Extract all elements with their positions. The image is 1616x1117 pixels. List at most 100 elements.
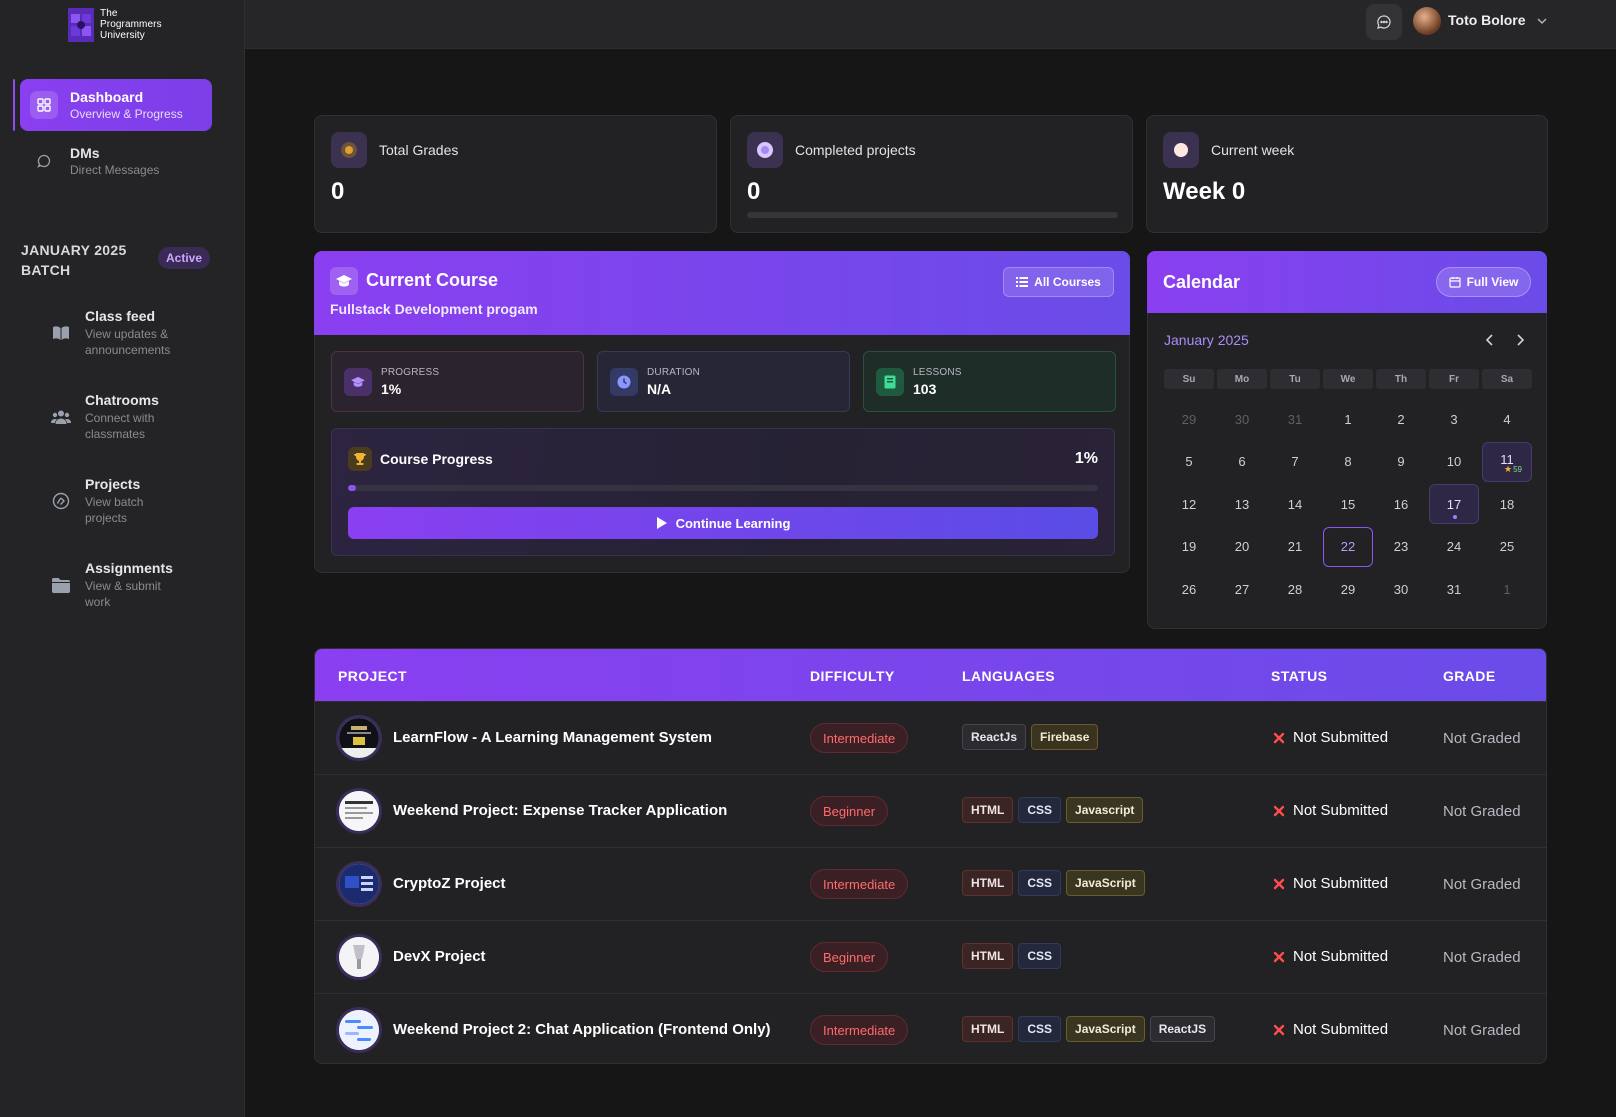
calendar-prev-button[interactable]	[1482, 332, 1498, 348]
calendar-day[interactable]: 2	[1376, 399, 1426, 439]
all-courses-label: All Courses	[1034, 275, 1101, 289]
calendar-day[interactable]: 30	[1376, 569, 1426, 609]
calendar-day[interactable]: 12	[1164, 484, 1214, 524]
calendar-day[interactable]: 13	[1217, 484, 1267, 524]
user-name[interactable]: Toto Bolore	[1448, 12, 1526, 28]
day-number: 17	[1446, 496, 1462, 512]
table-row[interactable]: DevX Project Beginner HTML CSS Not Submitted…	[315, 920, 1546, 993]
calendar-day[interactable]: 23	[1376, 527, 1426, 567]
nav-title: DMs	[70, 145, 100, 161]
project-name[interactable]: Weekend Project 2: Chat Application (Fro…	[393, 1021, 771, 1038]
calendar-day[interactable]: 5	[1164, 442, 1214, 482]
project-name[interactable]: LearnFlow - A Learning Management System	[393, 729, 712, 746]
progress-mini-card: PROGRESS 1%	[331, 351, 584, 412]
day-number: 31	[1287, 411, 1303, 427]
calendar-day[interactable]: 31	[1429, 569, 1479, 609]
project-name[interactable]: Weekend Project: Expense Tracker Applica…	[393, 802, 727, 819]
subtitle-line: announcements	[85, 343, 171, 357]
day-number: 30	[1393, 581, 1409, 597]
course-progress-title: Course Progress	[380, 451, 493, 467]
course-progress-percent: 1%	[1074, 450, 1098, 467]
day-number: 25	[1499, 539, 1515, 554]
day-number: 29	[1181, 411, 1197, 427]
all-courses-button[interactable]: All Courses	[1003, 267, 1114, 297]
brand-logo[interactable]: The Programmers University	[68, 8, 162, 42]
grade-text: Not Graded	[1443, 949, 1521, 966]
calendar-next-button[interactable]	[1512, 332, 1528, 348]
calendar-day[interactable]: 19	[1164, 527, 1214, 567]
calendar-day[interactable]: 18	[1482, 484, 1532, 524]
calendar-day[interactable]: 3	[1429, 399, 1479, 439]
sidebar-item-class-feed[interactable]: Class feed View updates & announcements	[47, 308, 170, 358]
table-row[interactable]: LearnFlow - A Learning Management System…	[315, 701, 1546, 774]
calendar-day[interactable]: 28	[1270, 569, 1320, 609]
language-tags: HTML CSS Javascript	[962, 797, 1144, 823]
language-tag: Firebase	[1031, 724, 1099, 750]
sidebar-item-projects[interactable]: Projects View batch projects	[47, 476, 143, 526]
calendar-day[interactable]: 20	[1217, 527, 1267, 567]
project-name[interactable]: CryptoZ Project	[393, 875, 506, 892]
weekday-label: Su	[1164, 369, 1214, 389]
difficulty-badge: Intermediate	[810, 723, 909, 753]
weekday-label: Sa	[1482, 369, 1532, 389]
avatar[interactable]	[1413, 7, 1441, 35]
table-header: PROJECT DIFFICULTY LANGUAGES STATUS GRAD…	[315, 649, 1546, 701]
nav-dms[interactable]: DMs Direct Messages	[20, 135, 212, 187]
x-mark-icon	[1273, 805, 1285, 817]
calendar-day[interactable]: 1	[1482, 569, 1532, 609]
project-thumbnail	[339, 937, 379, 977]
calendar-day[interactable]: 29	[1164, 399, 1214, 439]
day-number: 1	[1344, 411, 1352, 427]
calendar-day[interactable]: 15	[1323, 484, 1373, 524]
calendar-day[interactable]: 6	[1217, 442, 1267, 482]
calendar-day[interactable]: 4	[1482, 399, 1532, 439]
calendar-day[interactable]: 21	[1270, 527, 1320, 567]
calendar-day[interactable]: 11 ★ 59	[1482, 441, 1532, 482]
continue-learning-button[interactable]: Continue Learning	[348, 507, 1098, 539]
calendar-day[interactable]: 17	[1429, 484, 1479, 524]
calendar-day[interactable]: 26	[1164, 569, 1214, 609]
calendar-day[interactable]: 29	[1323, 569, 1373, 609]
language-tag: HTML	[962, 1016, 1014, 1042]
stat-card-total-grades: Total Grades 0	[314, 115, 717, 233]
calendar-day[interactable]: 31	[1270, 399, 1320, 439]
calendar-day[interactable]: 9	[1376, 442, 1426, 482]
language-tags: HTML CSS JavaScript ReactJS	[962, 1016, 1216, 1042]
chevron-down-icon[interactable]	[1536, 15, 1548, 27]
table-row[interactable]: Weekend Project: Expense Tracker Applica…	[315, 774, 1546, 847]
book-icon	[876, 367, 904, 396]
calendar-day[interactable]: 16	[1376, 484, 1426, 524]
day-number: 3	[1450, 411, 1458, 427]
calendar-day[interactable]: 1	[1323, 399, 1373, 439]
subtitle-line: View updates &	[85, 327, 169, 341]
calendar-day[interactable]: 8	[1323, 442, 1373, 482]
table-row[interactable]: CryptoZ Project Intermediate HTML CSS JavaSc…	[315, 847, 1546, 920]
status-text: Not Submitted	[1293, 948, 1389, 965]
project-name[interactable]: DevX Project	[393, 948, 486, 965]
table-row[interactable]: Weekend Project 2: Chat Application (Fro…	[315, 993, 1546, 1063]
project-thumbnail	[339, 864, 379, 904]
full-view-button[interactable]: Full View	[1436, 267, 1531, 297]
sidebar-item-assignments[interactable]: Assignments View & submit work	[47, 560, 173, 610]
calendar-day[interactable]: 30	[1217, 399, 1267, 439]
language-tag: HTML	[962, 870, 1014, 896]
calendar-day[interactable]: 24	[1429, 527, 1479, 567]
status-text: Not Submitted	[1293, 875, 1389, 892]
messages-button[interactable]	[1366, 4, 1402, 40]
calendar-day[interactable]: 7	[1270, 442, 1320, 482]
calendar-day[interactable]: 22	[1323, 526, 1373, 567]
day-number: 16	[1393, 496, 1409, 512]
sidebar-item-chatrooms[interactable]: Chatrooms Connect with classmates	[47, 392, 159, 442]
language-tag: CSS	[1018, 943, 1062, 969]
calendar-day[interactable]: 14	[1270, 484, 1320, 524]
nav-dashboard[interactable]: Dashboard Overview & Progress	[20, 79, 212, 131]
language-tags: HTML CSS	[962, 943, 1062, 969]
calendar-day[interactable]: 10	[1429, 442, 1479, 482]
calendar-day[interactable]: 27	[1217, 569, 1267, 609]
calendar-day[interactable]: 25	[1482, 527, 1532, 567]
column-header-grade: GRADE	[1443, 668, 1496, 684]
status-cell: Not Submitted	[1273, 729, 1388, 746]
column-header-difficulty: DIFFICULTY	[810, 668, 895, 684]
mini-label: LESSONS	[913, 366, 962, 378]
stat-label: Completed projects	[795, 142, 916, 158]
